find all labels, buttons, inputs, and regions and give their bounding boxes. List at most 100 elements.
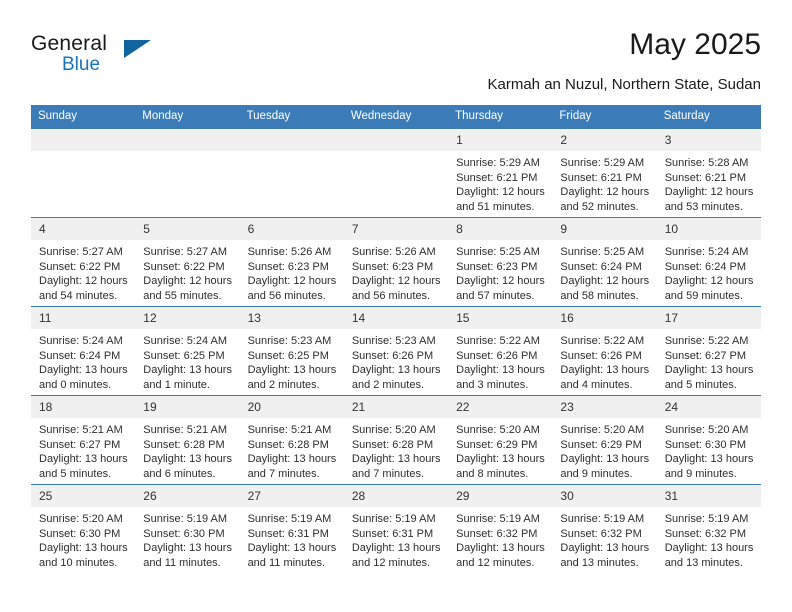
daylight-text-line2: and 58 minutes. <box>560 289 639 302</box>
weekday-header-tuesday: Tuesday <box>239 105 344 129</box>
day-details: Sunrise: 5:19 AM Sunset: 6:30 PM Daylight:… <box>135 507 239 570</box>
daylight-text-line1: Daylight: 12 hours <box>664 275 754 288</box>
calendar-day-cell[interactable]: 2 Sunrise: 5:29 AM Sunset: 6:21 PM Daylight… <box>552 128 657 218</box>
calendar-day-cell[interactable]: 31 Sunrise: 5:19 AM Sunset: 6:32 PM Dayligh… <box>656 484 761 573</box>
day-number: 2 <box>552 129 657 151</box>
daylight-text-line2: and 9 minutes. <box>664 467 737 480</box>
sunrise-text: Sunrise: 5:19 AM <box>664 513 749 525</box>
calendar-page: General Blue May 2025 Karmah an Nuzul, N… <box>0 0 792 612</box>
calendar-day-cell[interactable]: 21 Sunrise: 5:20 AM Sunset: 6:28 PM Dayligh… <box>343 395 449 485</box>
calendar-day-cell[interactable]: 4 Sunrise: 5:27 AM Sunset: 6:22 PM Daylight… <box>31 217 136 307</box>
daylight-text-line2: and 52 minutes. <box>560 200 639 213</box>
sunrise-text: Sunrise: 5:20 AM <box>664 424 749 436</box>
calendar-day-cell[interactable]: 20 Sunrise: 5:21 AM Sunset: 6:28 PM Dayligh… <box>239 395 344 485</box>
general-blue-logo[interactable]: General Blue <box>31 32 151 84</box>
sunset-text: Sunset: 6:32 PM <box>456 527 538 540</box>
sunset-text: Sunset: 6:21 PM <box>456 171 538 184</box>
day-number: 13 <box>239 307 344 329</box>
sunset-text: Sunset: 6:28 PM <box>351 438 434 451</box>
calendar-day-cell[interactable]: 16 Sunrise: 5:22 AM Sunset: 6:26 PM Dayligh… <box>552 306 657 396</box>
day-number: 6 <box>239 218 344 240</box>
day-details: Sunrise: 5:19 AM Sunset: 6:32 PM Daylight:… <box>657 507 761 570</box>
daylight-text-line1: Daylight: 13 hours <box>143 453 232 466</box>
sunrise-text: Sunrise: 5:19 AM <box>143 513 228 525</box>
sunrise-text: Sunrise: 5:22 AM <box>456 335 540 347</box>
day-details: Sunrise: 5:23 AM Sunset: 6:26 PM Daylight:… <box>344 329 448 392</box>
daylight-text-line2: and 57 minutes. <box>456 289 535 302</box>
daylight-text-line2: and 6 minutes. <box>143 467 216 480</box>
calendar-day-cell[interactable]: 15 Sunrise: 5:22 AM Sunset: 6:26 PM Dayligh… <box>448 306 553 396</box>
sunset-text: Sunset: 6:32 PM <box>664 527 747 540</box>
daylight-text-line1: Daylight: 12 hours <box>39 275 128 288</box>
daylight-text-line2: and 9 minutes. <box>560 467 633 480</box>
daylight-text-line1: Daylight: 12 hours <box>456 275 545 288</box>
calendar-day-cell[interactable]: 29 Sunrise: 5:19 AM Sunset: 6:32 PM Dayligh… <box>448 484 553 573</box>
daylight-text-line1: Daylight: 13 hours <box>351 542 441 555</box>
sunrise-text: Sunrise: 5:24 AM <box>39 335 123 347</box>
sunrise-text: Sunrise: 5:19 AM <box>560 513 645 525</box>
calendar-day-cell[interactable]: 30 Sunrise: 5:19 AM Sunset: 6:32 PM Dayligh… <box>552 484 657 573</box>
calendar-day-cell[interactable]: 12 Sunrise: 5:24 AM Sunset: 6:25 PM Dayligh… <box>135 306 240 396</box>
sunrise-text: Sunrise: 5:23 AM <box>247 335 332 347</box>
calendar-day-cell[interactable]: 18 Sunrise: 5:21 AM Sunset: 6:27 PM Dayligh… <box>31 395 136 485</box>
daylight-text-line2: and 56 minutes. <box>351 289 431 302</box>
calendar-day-cell[interactable]: 17 Sunrise: 5:22 AM Sunset: 6:27 PM Dayligh… <box>656 306 761 396</box>
daylight-text-line2: and 1 minute. <box>143 378 210 391</box>
sunset-text: Sunset: 6:29 PM <box>560 438 642 451</box>
sunset-text: Sunset: 6:26 PM <box>351 349 434 362</box>
daylight-text-line2: and 8 minutes. <box>456 467 529 480</box>
calendar-day-cell[interactable]: 8 Sunrise: 5:25 AM Sunset: 6:23 PM Daylight… <box>448 217 553 307</box>
calendar-day-cell[interactable]: 19 Sunrise: 5:21 AM Sunset: 6:28 PM Dayligh… <box>135 395 240 485</box>
day-details: Sunrise: 5:19 AM Sunset: 6:32 PM Daylight:… <box>448 507 552 570</box>
day-number: 16 <box>552 307 657 329</box>
sunrise-text: Sunrise: 5:19 AM <box>456 513 540 525</box>
calendar-day-cell-empty <box>135 128 240 218</box>
calendar-day-cell[interactable]: 5 Sunrise: 5:27 AM Sunset: 6:22 PM Daylight… <box>135 217 240 307</box>
calendar-day-cell[interactable]: 24 Sunrise: 5:20 AM Sunset: 6:30 PM Dayligh… <box>656 395 761 485</box>
daylight-text-line2: and 59 minutes. <box>664 289 743 302</box>
calendar-week-row: 4 Sunrise: 5:27 AM Sunset: 6:22 PM Daylight… <box>31 217 761 307</box>
daylight-text-line1: Daylight: 13 hours <box>143 364 232 377</box>
day-details: Sunrise: 5:22 AM Sunset: 6:26 PM Daylight:… <box>448 329 552 392</box>
calendar-day-cell[interactable]: 14 Sunrise: 5:23 AM Sunset: 6:26 PM Dayligh… <box>343 306 449 396</box>
sunset-text: Sunset: 6:31 PM <box>247 527 329 540</box>
day-number: 28 <box>343 485 449 507</box>
day-details: Sunrise: 5:20 AM Sunset: 6:28 PM Daylight:… <box>344 418 448 481</box>
daylight-text-line2: and 12 minutes. <box>456 556 535 569</box>
calendar-day-cell[interactable]: 28 Sunrise: 5:19 AM Sunset: 6:31 PM Dayligh… <box>343 484 449 573</box>
day-number <box>343 129 449 151</box>
day-number <box>135 129 240 151</box>
daylight-text-line2: and 4 minutes. <box>560 378 633 391</box>
calendar-week-row: 11 Sunrise: 5:24 AM Sunset: 6:24 PM Dayligh… <box>31 306 761 396</box>
calendar-day-cell[interactable]: 11 Sunrise: 5:24 AM Sunset: 6:24 PM Dayligh… <box>31 306 136 396</box>
day-number: 23 <box>552 396 657 418</box>
calendar-day-cell[interactable]: 9 Sunrise: 5:25 AM Sunset: 6:24 PM Daylight… <box>552 217 657 307</box>
calendar-day-cell[interactable]: 3 Sunrise: 5:28 AM Sunset: 6:21 PM Daylight… <box>656 128 761 218</box>
day-number: 4 <box>31 218 136 240</box>
calendar-day-cell[interactable]: 10 Sunrise: 5:24 AM Sunset: 6:24 PM Dayligh… <box>656 217 761 307</box>
calendar-day-cell[interactable]: 1 Sunrise: 5:29 AM Sunset: 6:21 PM Daylight… <box>448 128 553 218</box>
sunrise-text: Sunrise: 5:25 AM <box>560 246 645 258</box>
daylight-text-line2: and 0 minutes. <box>39 378 112 391</box>
calendar-header-row: Sunday Monday Tuesday Wednesday Thursday… <box>31 105 761 129</box>
calendar-day-cell[interactable]: 26 Sunrise: 5:19 AM Sunset: 6:30 PM Dayligh… <box>135 484 240 573</box>
sunrise-text: Sunrise: 5:23 AM <box>351 335 436 347</box>
calendar-day-cell[interactable]: 25 Sunrise: 5:20 AM Sunset: 6:30 PM Dayligh… <box>31 484 136 573</box>
daylight-text-line2: and 3 minutes. <box>456 378 529 391</box>
day-details: Sunrise: 5:20 AM Sunset: 6:30 PM Daylight:… <box>31 507 135 570</box>
daylight-text-line1: Daylight: 13 hours <box>560 542 650 555</box>
calendar-day-cell[interactable]: 13 Sunrise: 5:23 AM Sunset: 6:25 PM Dayligh… <box>239 306 344 396</box>
page-header: General Blue May 2025 Karmah an Nuzul, N… <box>31 28 761 100</box>
calendar-day-cell[interactable]: 7 Sunrise: 5:26 AM Sunset: 6:23 PM Daylight… <box>343 217 449 307</box>
calendar-day-cell[interactable]: 23 Sunrise: 5:20 AM Sunset: 6:29 PM Dayligh… <box>552 395 657 485</box>
sunrise-text: Sunrise: 5:21 AM <box>39 424 123 436</box>
logo-text-blue: Blue <box>62 54 101 75</box>
sunset-text: Sunset: 6:31 PM <box>351 527 434 540</box>
daylight-text-line1: Daylight: 12 hours <box>143 275 232 288</box>
calendar-day-cell[interactable]: 22 Sunrise: 5:20 AM Sunset: 6:29 PM Dayligh… <box>448 395 553 485</box>
calendar-day-cell[interactable]: 6 Sunrise: 5:26 AM Sunset: 6:23 PM Daylight… <box>239 217 344 307</box>
day-details: Sunrise: 5:27 AM Sunset: 6:22 PM Daylight:… <box>135 240 239 303</box>
calendar-day-cell[interactable]: 27 Sunrise: 5:19 AM Sunset: 6:31 PM Dayligh… <box>239 484 344 573</box>
daylight-text-line1: Daylight: 13 hours <box>39 364 128 377</box>
daylight-text-line2: and 5 minutes. <box>39 467 112 480</box>
